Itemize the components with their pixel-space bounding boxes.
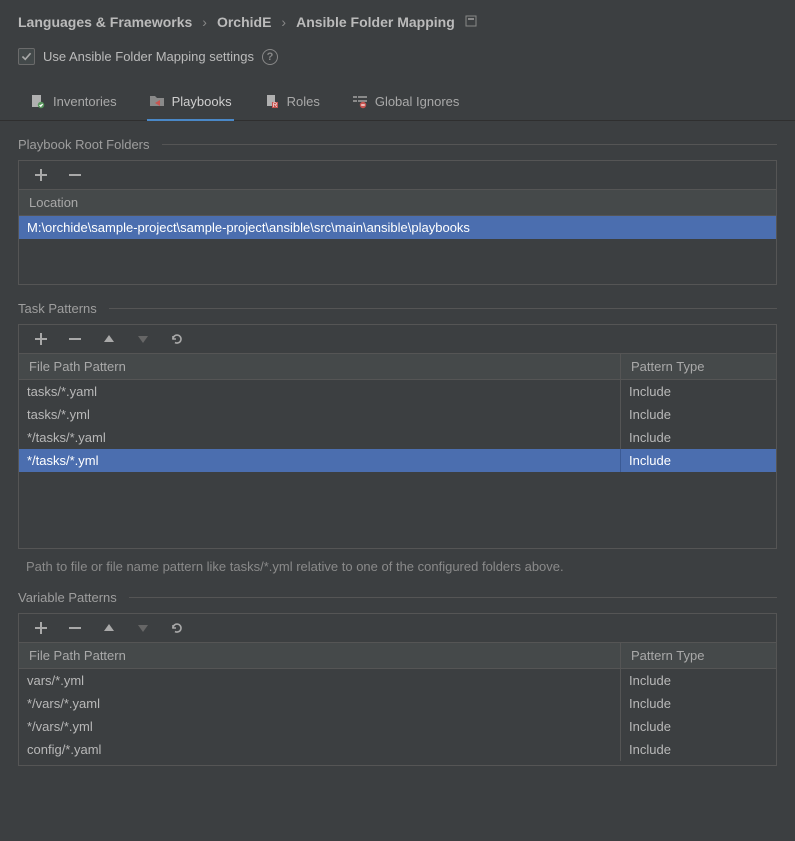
breadcrumb-item[interactable]: OrchidE bbox=[217, 14, 271, 30]
cell-type: Include bbox=[621, 669, 776, 692]
cell-pattern: tasks/*.yml bbox=[19, 403, 621, 426]
variable-patterns-rows: vars/*.yml Include */vars/*.yaml Include… bbox=[19, 669, 776, 765]
remove-icon[interactable] bbox=[67, 167, 83, 183]
table-row[interactable]: vars/*.yml Include bbox=[19, 669, 776, 692]
expand-icon[interactable] bbox=[465, 15, 477, 30]
cell-pattern: vars/*.yml bbox=[19, 669, 621, 692]
roles-icon: R bbox=[264, 94, 280, 110]
table-row[interactable]: */tasks/*.yml Include bbox=[19, 449, 776, 472]
cell-pattern: */tasks/*.yml bbox=[19, 449, 621, 472]
cell-pattern: */tasks/*.yaml bbox=[19, 426, 621, 449]
cell-type: Include bbox=[621, 449, 776, 472]
remove-icon[interactable] bbox=[67, 331, 83, 347]
table-row[interactable]: tasks/*.yaml Include bbox=[19, 380, 776, 403]
cell-pattern: tasks/*.yaml bbox=[19, 380, 621, 403]
add-icon[interactable] bbox=[33, 331, 49, 347]
table-row[interactable]: */vars/*.yml Include bbox=[19, 715, 776, 738]
root-folders-table-header: Location bbox=[19, 190, 776, 216]
table-row[interactable]: tasks/*.yml Include bbox=[19, 403, 776, 426]
move-down-icon bbox=[135, 331, 151, 347]
use-settings-label: Use Ansible Folder Mapping settings bbox=[43, 49, 254, 64]
breadcrumb-item[interactable]: Ansible Folder Mapping bbox=[296, 14, 455, 30]
use-settings-row: Use Ansible Folder Mapping settings ? bbox=[0, 38, 795, 83]
column-header-type[interactable]: Pattern Type bbox=[621, 643, 776, 668]
section-variable-patterns: Variable Patterns File Path Pattern Patt… bbox=[0, 574, 795, 766]
root-folders-rows: M:\orchide\sample-project\sample-project… bbox=[19, 216, 776, 284]
column-header-pattern[interactable]: File Path Pattern bbox=[19, 643, 621, 668]
tab-roles[interactable]: R Roles bbox=[262, 83, 322, 120]
cell-type: Include bbox=[621, 426, 776, 449]
root-folders-panel: Location M:\orchide\sample-project\sampl… bbox=[18, 160, 777, 285]
global-ignores-icon bbox=[352, 94, 368, 110]
section-divider bbox=[162, 144, 777, 145]
svg-text:R: R bbox=[272, 103, 277, 109]
table-row[interactable]: */vars/*.yaml Include bbox=[19, 692, 776, 715]
tab-label: Inventories bbox=[53, 94, 117, 109]
variable-patterns-toolbar bbox=[19, 614, 776, 643]
cell-type: Include bbox=[621, 692, 776, 715]
tab-playbooks[interactable]: Playbooks bbox=[147, 83, 234, 121]
playbooks-icon bbox=[149, 93, 165, 109]
section-divider bbox=[129, 597, 777, 598]
task-patterns-panel: File Path Pattern Pattern Type tasks/*.y… bbox=[18, 324, 777, 549]
move-up-icon[interactable] bbox=[101, 620, 117, 636]
section-task-patterns: Task Patterns File Path Pattern Pattern … bbox=[0, 285, 795, 574]
tab-inventories[interactable]: Inventories bbox=[28, 83, 119, 120]
help-icon[interactable]: ? bbox=[262, 49, 278, 65]
section-title: Playbook Root Folders bbox=[18, 137, 150, 152]
variable-patterns-panel: File Path Pattern Pattern Type vars/*.ym… bbox=[18, 613, 777, 766]
add-icon[interactable] bbox=[33, 167, 49, 183]
cell-location: M:\orchide\sample-project\sample-project… bbox=[19, 216, 776, 239]
cell-pattern: config/*.yaml bbox=[19, 738, 621, 761]
task-patterns-table-header: File Path Pattern Pattern Type bbox=[19, 354, 776, 380]
revert-icon[interactable] bbox=[169, 620, 185, 636]
cell-type: Include bbox=[621, 738, 776, 761]
table-row[interactable]: config/*.yaml Include bbox=[19, 738, 776, 761]
task-patterns-hint: Path to file or file name pattern like t… bbox=[18, 549, 777, 574]
table-row[interactable]: M:\orchide\sample-project\sample-project… bbox=[19, 216, 776, 239]
revert-icon[interactable] bbox=[169, 331, 185, 347]
cell-type: Include bbox=[621, 715, 776, 738]
inventories-icon bbox=[30, 94, 46, 110]
root-folders-toolbar bbox=[19, 161, 776, 190]
chevron-right-icon: › bbox=[281, 14, 286, 30]
chevron-right-icon: › bbox=[202, 14, 207, 30]
remove-icon[interactable] bbox=[67, 620, 83, 636]
move-up-icon[interactable] bbox=[101, 331, 117, 347]
task-patterns-toolbar bbox=[19, 325, 776, 354]
section-title: Variable Patterns bbox=[18, 590, 117, 605]
use-settings-checkbox[interactable] bbox=[18, 48, 35, 65]
cell-pattern: */vars/*.yaml bbox=[19, 692, 621, 715]
tab-label: Global Ignores bbox=[375, 94, 460, 109]
task-patterns-rows: tasks/*.yaml Include tasks/*.yml Include… bbox=[19, 380, 776, 548]
breadcrumb: Languages & Frameworks › OrchidE › Ansib… bbox=[0, 0, 795, 38]
column-header-pattern[interactable]: File Path Pattern bbox=[19, 354, 621, 379]
tab-label: Playbooks bbox=[172, 94, 232, 109]
move-down-icon bbox=[135, 620, 151, 636]
section-title: Task Patterns bbox=[18, 301, 97, 316]
section-divider bbox=[109, 308, 777, 309]
column-header-type[interactable]: Pattern Type bbox=[621, 354, 776, 379]
tab-global-ignores[interactable]: Global Ignores bbox=[350, 83, 462, 120]
cell-pattern: */vars/*.yml bbox=[19, 715, 621, 738]
tab-label: Roles bbox=[287, 94, 320, 109]
cell-type: Include bbox=[621, 380, 776, 403]
table-row[interactable]: */tasks/*.yaml Include bbox=[19, 426, 776, 449]
breadcrumb-item[interactable]: Languages & Frameworks bbox=[18, 14, 192, 30]
add-icon[interactable] bbox=[33, 620, 49, 636]
column-header-location[interactable]: Location bbox=[19, 190, 776, 215]
cell-type: Include bbox=[621, 403, 776, 426]
tabs: Inventories Playbooks R Roles Global Ign… bbox=[0, 83, 795, 121]
variable-patterns-table-header: File Path Pattern Pattern Type bbox=[19, 643, 776, 669]
section-root-folders: Playbook Root Folders Location M:\orchid… bbox=[0, 121, 795, 285]
